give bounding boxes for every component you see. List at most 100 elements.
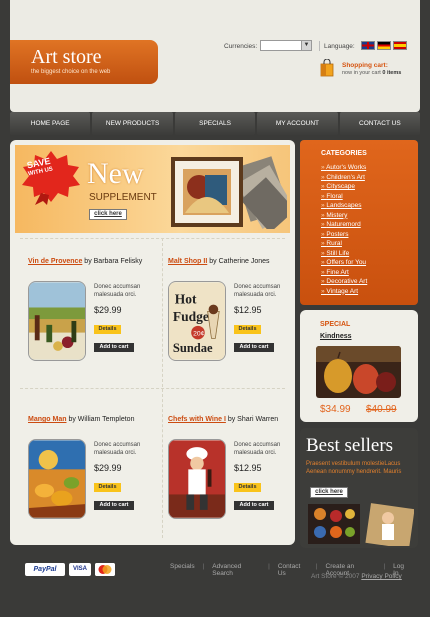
banner-subtitle: SUPPLEMENT [89,192,157,203]
special-old-price: $40.99 [366,404,397,415]
flag-es-icon[interactable] [393,41,407,50]
main-nav: HOME PAGE NEW PRODUCTS SPECIALS MY ACCOU… [10,112,421,135]
logo-subtitle: the biggest choice on the web [31,69,111,75]
chevron-down-icon[interactable]: ▼ [301,41,311,50]
category-link[interactable]: Cityscape [321,182,367,192]
divider: | [268,563,270,570]
category-link[interactable]: Naturemord [321,220,367,230]
category-link[interactable]: Autor's Works [321,163,367,173]
special-price: $34.99 [320,404,351,415]
product-card: Vin de Provence by Barbara Felisky Donec… [28,257,153,367]
flag-de-icon[interactable] [377,41,391,50]
footer-link-contact-us[interactable]: Contact Us [278,563,308,577]
details-button[interactable]: Details [234,325,261,334]
category-link[interactable]: Children's Art [321,173,367,183]
add-to-cart-button[interactable]: Add to cart [234,343,274,352]
nav-specials[interactable]: SPECIALS [174,112,256,135]
category-link[interactable]: Decorative Art [321,277,367,287]
add-to-cart-button[interactable]: Add to cart [234,501,274,510]
category-link[interactable]: Floral [321,192,367,202]
copyright-text: Art Store © 2007 [311,573,360,580]
language-label: Language: [324,43,355,50]
product-description: Donec accumsan malesuada orci. [94,284,141,298]
category-link[interactable]: Offers for You [321,258,367,268]
bestsellers-panel: Best sellers Praesent vestibulum molesti… [300,428,418,548]
divider [319,41,320,51]
product-price: $12.95 [234,305,262,315]
bestsellers-text: Praesent vestibulum molestieLacus Aenean… [306,461,402,475]
flag-uk-icon[interactable] [361,41,375,50]
malt-art-line2: Fudge [173,309,209,324]
category-link[interactable]: Landscapes [321,201,367,211]
product-link[interactable]: Mango Man [28,416,67,423]
banner-click-here-button[interactable]: click here [89,209,127,220]
special-product-link[interactable]: Kindness [320,333,352,340]
footer: PayPal VISA Specials | Advanced Search | C… [10,550,420,590]
details-button[interactable]: Details [94,325,121,334]
footer-link-specials[interactable]: Specials [170,563,195,577]
special-panel: SPECIAL Kindness $34.99 $40.99 [300,310,418,422]
add-to-cart-button[interactable]: Add to cart [94,343,134,352]
categories-panel: CATEGORIES Autor's Works Children's Art … [300,140,418,305]
shopping-bag-icon[interactable] [320,59,334,77]
special-title: SPECIAL [320,321,351,328]
copyright: Art Store © 2007 Privacy Policy [311,573,402,580]
category-link[interactable]: Mistery [321,211,367,221]
product-title: Malt Shop II by Catherine Jones [168,257,293,266]
nav-contact-us[interactable]: CONTACT US [339,112,421,135]
product-image[interactable] [168,439,226,519]
cart-title[interactable]: Shopping cart: [342,62,388,69]
product-title: Chefs with Wine I by Shari Warren [168,415,293,424]
product-image[interactable] [28,281,86,361]
add-to-cart-button[interactable]: Add to cart [94,501,134,510]
categories-list: Autor's Works Children's Art Cityscape F… [321,163,367,296]
footer-link-advanced-search[interactable]: Advanced Search [212,563,260,577]
divider [20,388,285,389]
privacy-policy-link[interactable]: Privacy Policy [361,573,401,580]
bestsellers-art-image [308,503,414,546]
cart-status-prefix: now in your cart [342,70,381,76]
category-link[interactable]: Posters [321,230,367,240]
bestsellers-title: Best sellers [306,435,394,456]
currencies-label: Currencies: [224,43,258,50]
details-button[interactable]: Details [94,483,121,492]
product-price: $12.95 [234,463,262,473]
product-link[interactable]: Malt Shop II [168,258,207,265]
divider: | [202,563,205,570]
nav-home[interactable]: HOME PAGE [10,112,91,135]
visa-logo: VISA [69,563,91,576]
product-price: $29.99 [94,463,122,473]
product-image[interactable] [28,439,86,519]
category-link[interactable]: Still Life [321,249,367,259]
framed-art-image [171,156,287,229]
product-link[interactable]: Chefs with Wine I [168,416,226,423]
category-link[interactable]: Rural [321,239,367,249]
product-author: by Shari Warren [227,416,279,423]
product-author: by William Templeton [68,416,135,423]
product-card: Malt Shop II by Catherine Jones Hot Fudg… [168,257,293,367]
currency-select[interactable]: ▼ [260,40,312,51]
malt-art-line4: Sundae [173,341,213,355]
product-author: by Catherine Jones [209,258,270,265]
page: Art store the biggest choice on the web … [0,0,430,617]
category-link[interactable]: Vintage Art [321,287,367,297]
special-product-image[interactable] [316,346,401,398]
category-link[interactable]: Fine Art [321,268,367,278]
malt-art-line1: Hot [175,292,197,307]
product-description: Donec accumsan malesuada orci. [94,442,141,456]
product-description: Donec accumsan malesuada orci. [234,442,281,456]
nav-new-products[interactable]: NEW PRODUCTS [92,112,173,135]
product-link[interactable]: Vin de Provence [28,258,82,265]
cart-status: now in your cart 0 items [342,70,401,76]
malt-art-line3: 20¢ [193,330,205,337]
product-description: Donec accumsan malesuada orci. [234,284,281,298]
bestsellers-click-here-button[interactable]: click here [310,487,348,498]
header: Art store the biggest choice on the web … [10,0,420,112]
logo[interactable]: Art store the biggest choice on the web [10,40,158,84]
promo-banner[interactable]: SAVE WITH US New SUPPLEMENT click here [15,145,290,233]
banner-title: New [87,157,144,190]
product-title: Vin de Provence by Barbara Felisky [28,257,153,266]
details-button[interactable]: Details [234,483,261,492]
nav-my-account[interactable]: MY ACCOUNT [257,112,338,135]
product-image[interactable]: Hot Fudge 20¢ Sundae [168,281,226,361]
